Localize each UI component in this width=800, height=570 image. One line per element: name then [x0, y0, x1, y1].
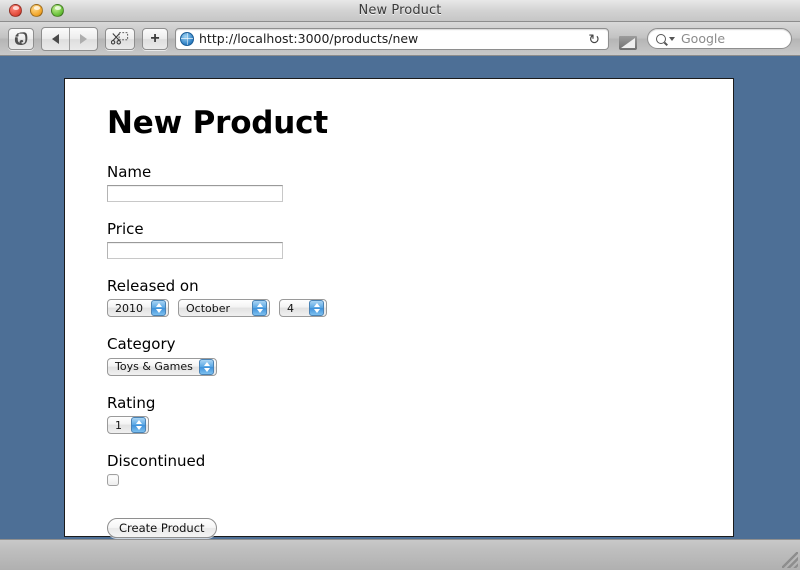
downloads-tray-icon [619, 35, 637, 50]
released-on-day-select[interactable]: 4 [279, 299, 327, 317]
released-on-label: Released on [107, 277, 199, 295]
released-on-day-value: 4 [287, 301, 294, 315]
released-on-year-value: 2010 [115, 301, 143, 315]
category-select[interactable]: Toys & Games [107, 357, 217, 376]
category-value: Toys & Games [115, 360, 193, 373]
rating-label: Rating [107, 393, 156, 412]
chevron-updown-icon [252, 300, 267, 316]
category-label: Category [107, 335, 176, 353]
price-label: Price [107, 220, 144, 238]
form-content: New Product Name Price Released on 2010 … [65, 79, 733, 538]
chevron-updown-icon [199, 358, 214, 375]
window-controls [0, 4, 64, 17]
close-button[interactable] [9, 4, 22, 17]
add-tab-button[interactable]: + [142, 27, 168, 50]
search-dropdown-icon[interactable] [669, 36, 675, 41]
status-bar [0, 539, 800, 570]
zoom-button[interactable] [51, 4, 64, 17]
released-on-year-select[interactable]: 2010 [107, 299, 169, 317]
released-on-selects: 2010 October 4 [107, 299, 733, 317]
chevron-updown-icon [151, 300, 166, 316]
url-text: http://localhost:3000/products/new [199, 31, 419, 46]
forward-arrow-icon [80, 33, 87, 44]
field-rating: Rating 1 [107, 393, 733, 434]
price-input[interactable] [107, 242, 283, 259]
address-bar[interactable]: http://localhost:3000/products/new ↻ [175, 27, 609, 50]
field-name: Name [107, 163, 733, 202]
scissors-clip-icon [111, 32, 129, 45]
navigation-buttons [41, 26, 98, 51]
window-title: New Product [358, 3, 442, 18]
released-on-month-value: October [186, 301, 231, 315]
minimize-button[interactable] [30, 4, 43, 17]
chevron-updown-icon [131, 417, 146, 433]
name-label: Name [107, 163, 152, 181]
field-category: Category Toys & Games [107, 335, 733, 376]
create-product-button[interactable]: Create Product [107, 518, 217, 538]
search-placeholder: Google [681, 31, 726, 46]
magnifier-icon [656, 33, 666, 44]
browser-viewport: New Product Name Price Released on 2010 … [0, 56, 800, 539]
browser-toolbar: + http://localhost:3000/products/new ↻ G… [0, 22, 800, 56]
page-canvas: New Product Name Price Released on 2010 … [64, 78, 734, 538]
downloads-button[interactable] [616, 28, 640, 50]
resize-grip[interactable] [782, 552, 798, 568]
rating-select[interactable]: 1 [107, 416, 149, 434]
field-released-on: Released on 2010 October 4 [107, 277, 733, 317]
title-bar: New Product [0, 0, 800, 22]
search-input[interactable]: Google [647, 28, 792, 49]
forward-button[interactable] [69, 27, 97, 50]
back-arrow-icon [52, 33, 59, 44]
evernote-button[interactable] [8, 27, 34, 50]
evernote-elephant-icon [14, 32, 27, 46]
field-price: Price [107, 220, 733, 259]
released-on-month-select[interactable]: October [178, 299, 270, 317]
rating-value: 1 [115, 418, 122, 432]
globe-icon [180, 31, 194, 46]
discontinued-checkbox[interactable] [107, 474, 119, 486]
field-discontinued: Discontinued [107, 452, 733, 486]
reload-button[interactable]: ↻ [585, 32, 603, 46]
browser-window: New Product + http://localhost:3000/prod… [0, 0, 800, 570]
back-button[interactable] [42, 28, 69, 50]
chevron-updown-icon [309, 300, 324, 316]
clip-button[interactable] [105, 27, 135, 50]
name-input[interactable] [107, 185, 283, 202]
page-title: New Product [107, 105, 328, 141]
discontinued-label: Discontinued [107, 452, 206, 470]
